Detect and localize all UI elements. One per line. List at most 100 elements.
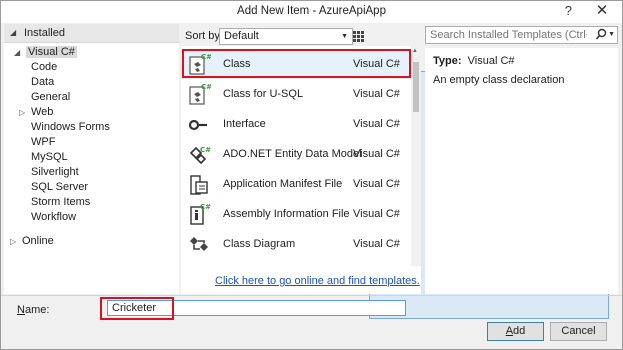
- tree-node-data[interactable]: Data: [31, 76, 54, 91]
- name-field[interactable]: [107, 300, 406, 316]
- template-language: Visual C#: [353, 58, 400, 70]
- tree-node-label: Data: [31, 76, 55, 88]
- template-row-manifest[interactable]: Application Manifest File Visual C#: [181, 169, 411, 199]
- template-name: Application Manifest File: [223, 178, 343, 190]
- name-label: Name:: [17, 304, 49, 316]
- tree-node-storm-items[interactable]: Storm Items: [31, 196, 90, 211]
- cancel-button[interactable]: Cancel: [550, 322, 607, 341]
- tree-node-visual-csharp[interactable]: ◢ Visual C#: [14, 46, 77, 61]
- tree-node-label: Online: [22, 235, 54, 247]
- tree-node-label: General: [31, 91, 71, 103]
- sort-by-label: Sort by:: [185, 30, 223, 42]
- tree-node-label: Silverlight: [31, 166, 79, 178]
- search-icon[interactable]: [595, 28, 607, 42]
- svg-text:C#: C#: [201, 83, 211, 91]
- tree-node-sql-server[interactable]: SQL Server: [31, 181, 88, 196]
- tree-node-label: SQL Server: [31, 181, 89, 193]
- template-name: Class Diagram: [223, 238, 296, 250]
- collapsed-triangle-icon[interactable]: ▷: [10, 237, 22, 246]
- class-diagram-icon: [190, 237, 208, 251]
- tree-node-wpf[interactable]: WPF: [31, 136, 55, 151]
- help-button[interactable]: ?: [565, 3, 572, 18]
- template-language: Visual C#: [353, 118, 400, 130]
- expanded-triangle-icon[interactable]: ◢: [14, 48, 26, 57]
- tree-node-label: Workflow: [31, 211, 77, 223]
- sort-by-dropdown[interactable]: Default ▼: [219, 28, 353, 45]
- window-title: Add New Item - AzureApiApp: [237, 5, 386, 17]
- name-label-text: ame:: [24, 304, 50, 316]
- template-language: Visual C#: [353, 178, 400, 190]
- add-new-item-dialog: Add New Item - AzureApiApp ? ✕ ◢ Install…: [0, 0, 623, 350]
- type-label: Type:: [433, 55, 462, 67]
- svg-text:C#: C#: [200, 146, 211, 154]
- tree-node-online[interactable]: ▷ Online: [10, 235, 54, 250]
- sort-toolbar: Sort by: Default ▼: [183, 26, 609, 319]
- grid-view-icon: [353, 31, 364, 42]
- tree-node-label: Windows Forms: [31, 121, 110, 133]
- category-pane: ◢ Installed ◢ Visual C# Code Data General…: [4, 24, 179, 294]
- template-language: Visual C#: [353, 238, 400, 250]
- tree-node-silverlight[interactable]: Silverlight: [31, 166, 79, 181]
- template-name: Class: [223, 58, 251, 70]
- template-name: ADO.NET Entity Data Model: [223, 148, 362, 160]
- sort-by-value: Default: [224, 30, 259, 42]
- template-row-class[interactable]: C# Class Visual C#: [181, 49, 411, 79]
- template-row-assembly-info[interactable]: C# Assembly Information File Visual C#: [181, 199, 411, 229]
- tree-node-label: Storm Items: [31, 196, 91, 208]
- template-language: Visual C#: [353, 208, 400, 220]
- tree-node-label: WPF: [31, 136, 56, 148]
- title-bar: Add New Item - AzureApiApp ? ✕: [1, 1, 622, 23]
- tree-node-mysql[interactable]: MySQL: [31, 151, 68, 166]
- template-name: Class for U-SQL: [223, 88, 304, 100]
- search-box[interactable]: ▼: [425, 26, 618, 44]
- add-button[interactable]: Add: [487, 322, 544, 341]
- assembly-info-icon: C#: [190, 203, 211, 225]
- tree-node-web[interactable]: ▷ Web: [19, 106, 54, 121]
- tree-node-label: MySQL: [31, 151, 68, 163]
- tree-node-label: Code: [31, 61, 58, 73]
- interface-icon: [188, 119, 207, 131]
- type-value: Visual C#: [467, 55, 515, 67]
- svg-text:C#: C#: [200, 203, 211, 211]
- search-input[interactable]: [426, 27, 591, 43]
- template-list: C# Class Visual C# C# Class for U-SQL Vi…: [181, 46, 421, 294]
- class-icon: C#: [189, 53, 211, 75]
- template-row-entity-model[interactable]: C# ADO.NET Entity Data Model Visual C#: [181, 139, 411, 169]
- template-language: Visual C#: [353, 148, 400, 160]
- scrollbar-thumb[interactable]: [413, 62, 419, 112]
- template-row-interface[interactable]: Interface Visual C#: [181, 109, 411, 139]
- divider: [1, 295, 622, 296]
- installed-header[interactable]: ◢ Installed: [4, 24, 179, 43]
- template-language: Visual C#: [353, 88, 400, 100]
- template-list-scrollbar[interactable]: ▲: [411, 46, 421, 266]
- manifest-icon: [190, 175, 208, 195]
- name-label-access-key: N: [17, 304, 25, 316]
- collapse-triangle-icon[interactable]: ◢: [10, 28, 16, 37]
- entity-model-icon: C#: [189, 146, 211, 165]
- template-name: Interface: [223, 118, 266, 130]
- tree-node-general[interactable]: General: [31, 91, 70, 106]
- tree-node-label: Web: [31, 106, 54, 118]
- template-row-class-diagram[interactable]: Class Diagram Visual C#: [181, 229, 411, 259]
- add-label: dd: [513, 325, 526, 337]
- tree-node-workflow[interactable]: Workflow: [31, 211, 76, 226]
- tree-node-label: Visual C#: [26, 46, 77, 58]
- chevron-down-icon: ▼: [341, 33, 348, 40]
- tree-node-code[interactable]: Code: [31, 61, 57, 76]
- collapsed-triangle-icon[interactable]: ▷: [19, 108, 31, 117]
- scroll-up-icon[interactable]: ▲: [412, 48, 418, 54]
- template-description: An empty class declaration: [433, 74, 565, 86]
- grid-view-button[interactable]: [349, 28, 367, 45]
- search-options-chevron-icon[interactable]: ▼: [608, 31, 615, 38]
- template-type: Type: Visual C#: [433, 55, 515, 67]
- find-templates-online-link[interactable]: Click here to go online and find templat…: [215, 275, 420, 287]
- template-details-pane: Type: Visual C# An empty class declarati…: [425, 48, 618, 294]
- usql-class-icon: C#: [189, 83, 211, 105]
- installed-label: Installed: [24, 27, 65, 39]
- close-button[interactable]: ✕: [591, 2, 613, 20]
- template-row-class-usql[interactable]: C# Class for U-SQL Visual C#: [181, 79, 411, 109]
- template-name: Assembly Information File: [223, 208, 350, 220]
- add-access-key: A: [505, 325, 514, 337]
- svg-text:C#: C#: [201, 53, 211, 61]
- tree-node-windows-forms[interactable]: Windows Forms: [31, 121, 110, 136]
